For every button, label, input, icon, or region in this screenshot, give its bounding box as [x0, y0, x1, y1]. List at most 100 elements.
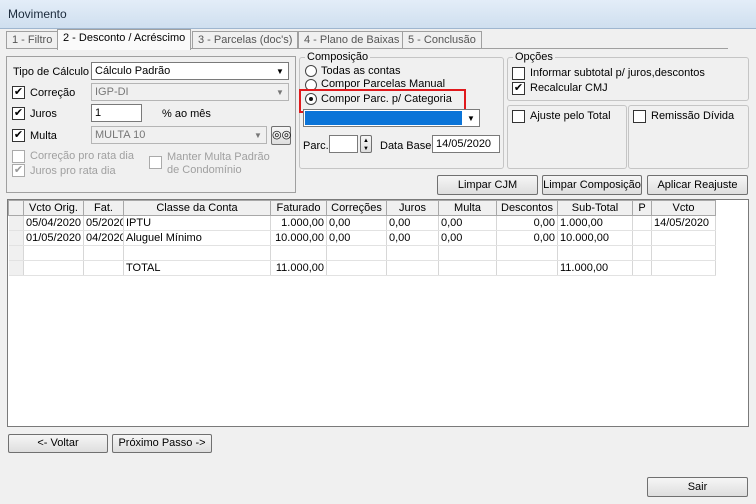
- row-indicator[interactable]: [8, 215, 24, 231]
- table-cell[interactable]: 01/05/2020: [23, 230, 84, 246]
- table-row[interactable]: 01/05/2020 04/2020 Aluguel Mínimo 10.000,00…: [8, 230, 716, 246]
- tab-parcelas[interactable]: 3 - Parcelas (doc's): [192, 31, 299, 49]
- voltar-button[interactable]: <- Voltar: [8, 434, 108, 453]
- table-cell[interactable]: 0,00: [386, 230, 439, 246]
- sair-button[interactable]: Sair: [647, 477, 748, 497]
- table-row[interactable]: TOTAL 11.000,00 11.000,00: [8, 260, 716, 276]
- parc-input[interactable]: [329, 135, 358, 153]
- header-faturado[interactable]: Faturado: [270, 200, 327, 216]
- parc-spinner[interactable]: ▲ ▼: [360, 135, 372, 153]
- table-cell[interactable]: [326, 260, 387, 276]
- juros-checkbox[interactable]: ✔: [12, 107, 25, 120]
- table-cell[interactable]: 04/2020: [83, 230, 124, 246]
- row-indicator[interactable]: [8, 245, 24, 261]
- header-vcto-orig[interactable]: Vcto Orig.: [23, 200, 84, 216]
- table-cell[interactable]: 05/2020: [83, 215, 124, 231]
- juros-label: Juros: [30, 108, 57, 120]
- juros-pro-rata-checkbox[interactable]: ✔: [12, 164, 25, 177]
- table-cell[interactable]: 11.000,00: [557, 260, 633, 276]
- table-cell[interactable]: 0,00: [438, 230, 497, 246]
- table-cell[interactable]: [632, 260, 652, 276]
- header-multa[interactable]: Multa: [438, 200, 497, 216]
- installments-grid[interactable]: Vcto Orig. Fat. Classe da Conta Faturado…: [7, 199, 749, 427]
- table-cell[interactable]: [651, 230, 716, 246]
- row-indicator[interactable]: [8, 260, 24, 276]
- table-cell[interactable]: 0,00: [326, 215, 387, 231]
- table-row[interactable]: 05/04/2020 05/2020 IPTU 1.000,00 0,00 0,00 0,0…: [8, 215, 716, 231]
- correcao-checkbox[interactable]: ✔: [12, 86, 25, 99]
- table-cell[interactable]: [632, 245, 652, 261]
- table-cell[interactable]: [23, 260, 84, 276]
- table-cell[interactable]: [83, 245, 124, 261]
- tab-conclusao[interactable]: 5 - Conclusão: [402, 31, 482, 49]
- table-cell[interactable]: 0,00: [438, 215, 497, 231]
- proximo-passo-button[interactable]: Próximo Passo ->: [112, 434, 212, 453]
- table-cell[interactable]: [386, 245, 439, 261]
- correcao-value: IGP-DI: [95, 86, 129, 98]
- table-cell[interactable]: TOTAL: [123, 260, 271, 276]
- correcao-select[interactable]: IGP-DI ▼: [91, 83, 289, 101]
- header-descontos[interactable]: Descontos: [496, 200, 558, 216]
- table-cell[interactable]: 1.000,00: [557, 215, 633, 231]
- table-cell[interactable]: IPTU: [123, 215, 271, 231]
- table-row[interactable]: [8, 245, 716, 261]
- header-classe-conta[interactable]: Classe da Conta: [123, 200, 271, 216]
- multa-select[interactable]: MULTA 10 ▼: [91, 126, 267, 144]
- chevron-down-icon: ▼: [467, 113, 475, 123]
- selected-highlight: [305, 111, 462, 125]
- table-cell[interactable]: [438, 245, 497, 261]
- data-base-input[interactable]: 14/05/2020: [432, 135, 500, 153]
- header-correcoes[interactable]: Correções: [326, 200, 387, 216]
- tab-filtro[interactable]: 1 - Filtro: [6, 31, 59, 49]
- table-cell[interactable]: Aluguel Mínimo: [123, 230, 271, 246]
- informar-subtotal-checkbox[interactable]: [512, 67, 525, 80]
- header-p[interactable]: P: [632, 200, 652, 216]
- header-sub-total[interactable]: Sub-Total: [557, 200, 633, 216]
- tab-plano-baixas[interactable]: 4 - Plano de Baixas: [298, 31, 406, 49]
- tab-desconto-acrescimo[interactable]: 2 - Desconto / Acréscimo: [57, 29, 192, 50]
- binoculars-search-button[interactable]: ◎◎: [271, 126, 291, 145]
- table-cell[interactable]: 05/04/2020: [23, 215, 84, 231]
- tipo-calculo-select[interactable]: Cálculo Padrão ▼: [91, 62, 289, 80]
- header-juros[interactable]: Juros: [386, 200, 439, 216]
- table-cell[interactable]: 1.000,00: [270, 215, 327, 231]
- ajuste-total-checkbox[interactable]: [512, 110, 525, 123]
- table-cell[interactable]: 0,00: [326, 230, 387, 246]
- table-cell[interactable]: [83, 260, 124, 276]
- table-cell[interactable]: [496, 245, 558, 261]
- table-cell[interactable]: 10.000,00: [270, 230, 327, 246]
- table-cell[interactable]: [270, 245, 327, 261]
- multa-checkbox[interactable]: ✔: [12, 129, 25, 142]
- table-cell[interactable]: 0,00: [496, 215, 558, 231]
- table-cell[interactable]: [438, 260, 497, 276]
- row-indicator[interactable]: [8, 230, 24, 246]
- table-cell[interactable]: 0,00: [386, 215, 439, 231]
- table-cell[interactable]: 10.000,00: [557, 230, 633, 246]
- table-cell[interactable]: [386, 260, 439, 276]
- remissao-divida-checkbox[interactable]: [633, 110, 646, 123]
- juros-input[interactable]: 1: [91, 104, 142, 122]
- table-cell[interactable]: [496, 260, 558, 276]
- limpar-cjm-button[interactable]: Limpar CJM: [437, 175, 538, 195]
- manter-multa-checkbox[interactable]: [149, 156, 162, 169]
- table-cell[interactable]: [557, 245, 633, 261]
- limpar-composicao-button[interactable]: Limpar Composição: [542, 175, 642, 195]
- table-cell[interactable]: [326, 245, 387, 261]
- table-cell[interactable]: 11.000,00: [270, 260, 327, 276]
- tipo-calculo-label: Tipo de Cálculo: [13, 66, 90, 78]
- table-cell[interactable]: 0,00: [496, 230, 558, 246]
- table-cell[interactable]: [632, 215, 652, 231]
- table-cell[interactable]: [123, 245, 271, 261]
- recalcular-cmj-checkbox[interactable]: ✔: [512, 82, 525, 95]
- table-cell[interactable]: [23, 245, 84, 261]
- table-cell[interactable]: 14/05/2020: [651, 215, 716, 231]
- header-vcto[interactable]: Vcto: [651, 200, 716, 216]
- correcao-pro-rata-checkbox[interactable]: [12, 150, 25, 163]
- table-cell[interactable]: [632, 230, 652, 246]
- table-cell[interactable]: [651, 260, 716, 276]
- todas-contas-radio[interactable]: [305, 65, 317, 77]
- table-cell[interactable]: [651, 245, 716, 261]
- aplicar-reajuste-button[interactable]: Aplicar Reajuste: [647, 175, 748, 195]
- categoria-select[interactable]: ▼: [303, 109, 480, 127]
- header-fat[interactable]: Fat.: [83, 200, 124, 216]
